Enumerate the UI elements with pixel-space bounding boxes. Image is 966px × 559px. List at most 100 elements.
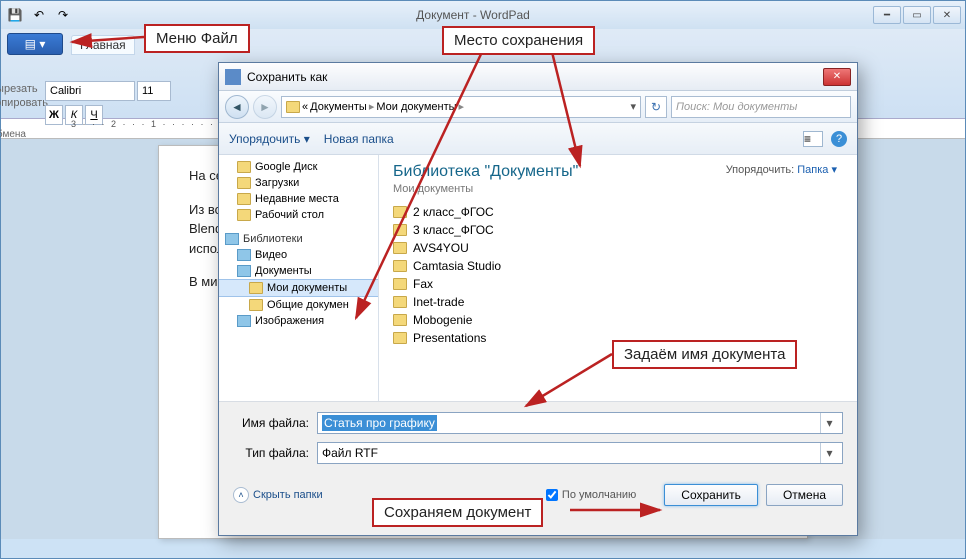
group-clipboard-label: Буфер обмена [0,129,26,140]
file-menu-button[interactable]: ▤ ▾ [7,33,63,55]
tree-item-gdrive[interactable]: Google Диск [219,159,378,175]
tree-item-downloads[interactable]: Загрузки [219,175,378,191]
qat-undo-icon[interactable]: ↶ [29,5,49,25]
minimize-button[interactable]: ━ [873,6,901,24]
folder-name: Fax [413,277,433,291]
refresh-button[interactable]: ↻ [645,96,667,118]
font-name-combo[interactable]: Calibri [45,81,135,101]
folder-icon [249,282,263,294]
qat-save-icon[interactable]: 💾 [5,5,25,25]
callout-save-location: Место сохранения [442,26,595,55]
save-button[interactable]: Сохранить [664,484,758,506]
close-button[interactable]: ✕ [933,6,961,24]
folder-tree[interactable]: Google Диск Загрузки Недавние места Рабо… [219,155,379,401]
filetype-label: Тип файла: [233,446,317,460]
help-icon[interactable]: ? [831,131,847,147]
callout-doc-name: Задаём имя документа [612,340,797,369]
tree-item-my-documents[interactable]: Мои документы [219,279,378,297]
tree-item-pictures[interactable]: Изображения [219,313,378,329]
folder-row[interactable]: 3 класс_ФГОС [393,221,843,239]
tree-item-public-documents[interactable]: Общие докумен [219,297,378,313]
window-title: Документ - WordPad [73,8,873,22]
folder-icon [393,242,407,254]
dialog-close-button[interactable]: ✕ [823,68,851,86]
library-icon [225,233,239,245]
tree-item-video[interactable]: Видео [219,247,378,263]
pictures-icon [237,315,251,327]
folder-icon [393,278,407,290]
dialog-fields: Имя файла: Статья про графику ▾ Тип файл… [219,401,857,478]
breadcrumb-item[interactable]: Документы [310,101,367,113]
breadcrumb-item[interactable]: Мои документы [376,101,456,113]
folder-icon [237,209,251,221]
filename-value: Статья про графику [322,415,437,431]
folder-icon [286,101,300,113]
callout-save-doc: Сохраняем документ [372,498,543,527]
font-size-combo[interactable]: 11 [137,81,171,101]
folder-icon [249,299,263,311]
search-placeholder: Поиск: Мои документы [676,101,797,113]
folder-icon [237,161,251,173]
folder-row[interactable]: Inet-trade [393,293,843,311]
filename-label: Имя файла: [233,416,317,430]
breadcrumb[interactable]: « Документы ▸ Мои документы ▸ ▾ [281,96,641,118]
save-as-dialog: Сохранить как ✕ ◄ ► « Документы ▸ Мои до… [218,62,858,536]
tree-item-documents[interactable]: Документы [219,263,378,279]
folder-icon [393,206,407,218]
filename-input[interactable]: Статья про графику ▾ [317,412,843,434]
sort-control[interactable]: Упорядочить: Папка ▾ [726,163,837,176]
video-icon [237,249,251,261]
chevron-right-icon: ▸ [369,100,375,113]
copy-button[interactable]: Копировать [0,97,48,109]
folder-name: Mobogenie [413,313,472,327]
folder-name: Inet-trade [413,295,464,309]
default-checkbox-input[interactable] [546,489,558,501]
maximize-button[interactable]: ▭ [903,6,931,24]
default-checkbox[interactable]: По умолчанию [546,489,636,501]
dialog-title: Сохранить как [247,70,823,84]
folder-icon [237,177,251,189]
filetype-value: Файл RTF [322,446,378,460]
folder-name: Presentations [413,331,486,345]
folder-row[interactable]: Fax [393,275,843,293]
folder-icon [393,296,407,308]
tree-item-recent[interactable]: Недавние места [219,191,378,207]
folder-name: Camtasia Studio [413,259,501,273]
chevron-down-icon[interactable]: ▾ [820,443,838,463]
nav-back-button[interactable]: ◄ [225,95,249,119]
chevron-down-icon[interactable]: ▾ [820,413,838,433]
qat-redo-icon[interactable]: ↷ [53,5,73,25]
tab-home[interactable]: Главная [71,35,135,55]
dialog-nav: ◄ ► « Документы ▸ Мои документы ▸ ▾ ↻ По… [219,91,857,123]
cancel-button[interactable]: Отмена [766,484,843,506]
new-folder-button[interactable]: Новая папка [324,132,394,146]
chevron-down-icon[interactable]: ▾ [630,100,636,113]
folder-list: 2 класс_ФГОС 3 класс_ФГОСAVS4YOU Camtasia … [393,203,843,347]
search-input[interactable]: Поиск: Мои документы [671,96,851,118]
save-icon [225,69,241,85]
folder-icon [393,332,407,344]
nav-forward-button[interactable]: ► [253,95,277,119]
folder-row[interactable]: AVS4YOU [393,239,843,257]
cut-button[interactable]: Вырезать [0,83,48,95]
folder-icon [237,193,251,205]
folder-icon [393,260,407,272]
font-group: Calibri 11 Ж К Ч [45,81,171,140]
hide-folders-button[interactable]: ˄ Скрыть папки [233,487,323,503]
organize-button[interactable]: Упорядочить ▾ [229,132,310,146]
document-icon: ▤ ▾ [25,37,46,51]
view-options-button[interactable]: ≡ [803,131,823,147]
filetype-combo[interactable]: Файл RTF ▾ [317,442,843,464]
dialog-toolbar: Упорядочить ▾ Новая папка ≡ ? [219,123,857,155]
folder-row[interactable]: Camtasia Studio [393,257,843,275]
breadcrumb-root: « [302,101,308,113]
folder-name: 2 класс_ФГОС [413,205,494,219]
tree-item-desktop[interactable]: Рабочий стол [219,207,378,223]
tree-group-libraries[interactable]: Библиотеки [219,231,378,247]
dialog-titlebar: Сохранить как ✕ [219,63,857,91]
folder-row[interactable]: 2 класс_ФГОС [393,203,843,221]
folder-row[interactable]: Mobogenie [393,311,843,329]
bold-button[interactable]: Ж [45,105,63,125]
folder-icon [393,314,407,326]
library-subtitle: Мои документы [393,183,843,195]
